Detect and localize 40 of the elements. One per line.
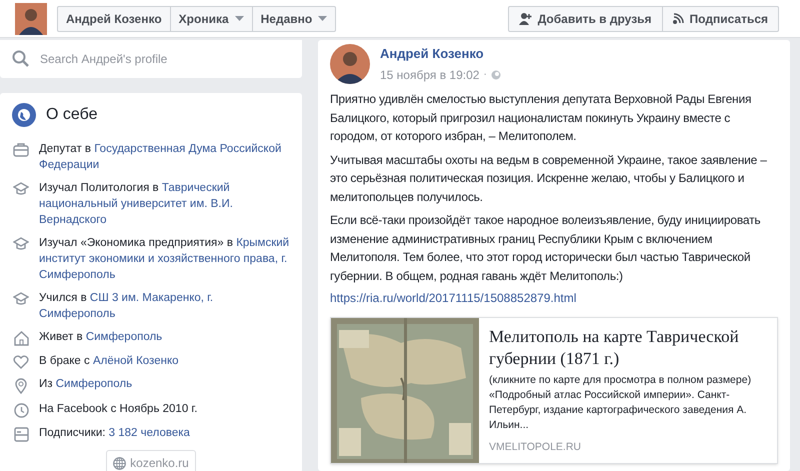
- author-link[interactable]: Андрей Козенко: [380, 44, 501, 64]
- post-link[interactable]: https://ria.ru/world/20171115/1508852879.html: [330, 289, 778, 307]
- briefcase-icon: [13, 143, 29, 157]
- search-input[interactable]: Search Андрей's profile: [40, 50, 290, 68]
- graduation-cap-icon: [13, 182, 29, 195]
- about-item: Подписчики: 3 182 человека: [39, 426, 191, 441]
- about-item: Изучал Политология в Таврический национальный университет им. В.И. Вернадского: [39, 181, 234, 228]
- separator: ·: [483, 68, 487, 82]
- search-field[interactable]: Search Андрей's profile: [0, 40, 302, 78]
- about-item: Изучал «Экономика предприятия» в Крымский институт экономики и хозяйственного права, г. Симферополь: [39, 236, 290, 283]
- add-friend-icon: [518, 12, 532, 24]
- location-pin-icon: [15, 378, 27, 394]
- add-friend-button[interactable]: Добавить в друзья: [508, 6, 662, 30]
- preview-domain: VMELITOPOLE.RU: [489, 440, 582, 455]
- follow-button[interactable]: Подписаться: [662, 6, 778, 30]
- section-title: О себе: [46, 105, 98, 125]
- followers-icon: [14, 427, 28, 442]
- house-icon: [14, 331, 28, 346]
- search-icon: [12, 50, 30, 68]
- about-item: Из Симферополь: [39, 377, 134, 392]
- rss-icon: [672, 13, 684, 24]
- about-item: Депутат в Государственная Дума Российской Федерации: [39, 142, 282, 173]
- about-item: Учился в СШ 3 им. Макаренко, г. Симферополь: [39, 291, 214, 322]
- preview-title: Мелитополь на карте Таврической губернии (1871 г.): [489, 326, 740, 370]
- heart-icon: [13, 355, 29, 369]
- clock-icon: [14, 403, 28, 418]
- post-paragraph: Если всё-таки произойдёт такое народное волеизъявление, буду инициировать изменение административных границ Республики Крым с включением Мелитополя. Тем более, что этот город исторически был частью Таврической губернии. В общем, родная гавань ждёт Мелитополь:): [330, 212, 762, 284]
- nav-tab[interactable]: Андрей Козенко: [58, 6, 170, 30]
- graduation-cap-icon: [13, 237, 29, 250]
- about-item: В браке с Алёной Козенко: [39, 354, 180, 369]
- link-preview-card[interactable]: [330, 317, 778, 464]
- about-item: Живет в Симферополь: [39, 330, 164, 345]
- graduation-cap-icon: [13, 292, 29, 305]
- preview-description: (кликните по карте для просмотра в полном размере) «Подробный атлас Российской империи». Санкт-Петербург, издание картографического заведения А. Ильин...: [489, 373, 752, 433]
- nav-tab[interactable]: Недавно: [252, 6, 336, 30]
- post-paragraph: Учитывая масштабы охоты на ведьм в современной Украине, такое заявление – это серьёзная политическая позиция. Искренне желаю, чтобы у Балицкого и мелитопольцев получилось.: [330, 152, 768, 206]
- avatar[interactable]: [330, 44, 370, 84]
- post-paragraph: Приятно удивлён смелостью выступления депутата Верховной Рады Евгения Балицкого, который пригрозил националистам покинуть Украину вместе с городом, от которого избран, – Мелитополем.: [330, 91, 752, 145]
- nav-tab[interactable]: Хроника: [170, 6, 252, 30]
- about-item: На Facebook с Ноябрь 2010 г.: [39, 402, 198, 417]
